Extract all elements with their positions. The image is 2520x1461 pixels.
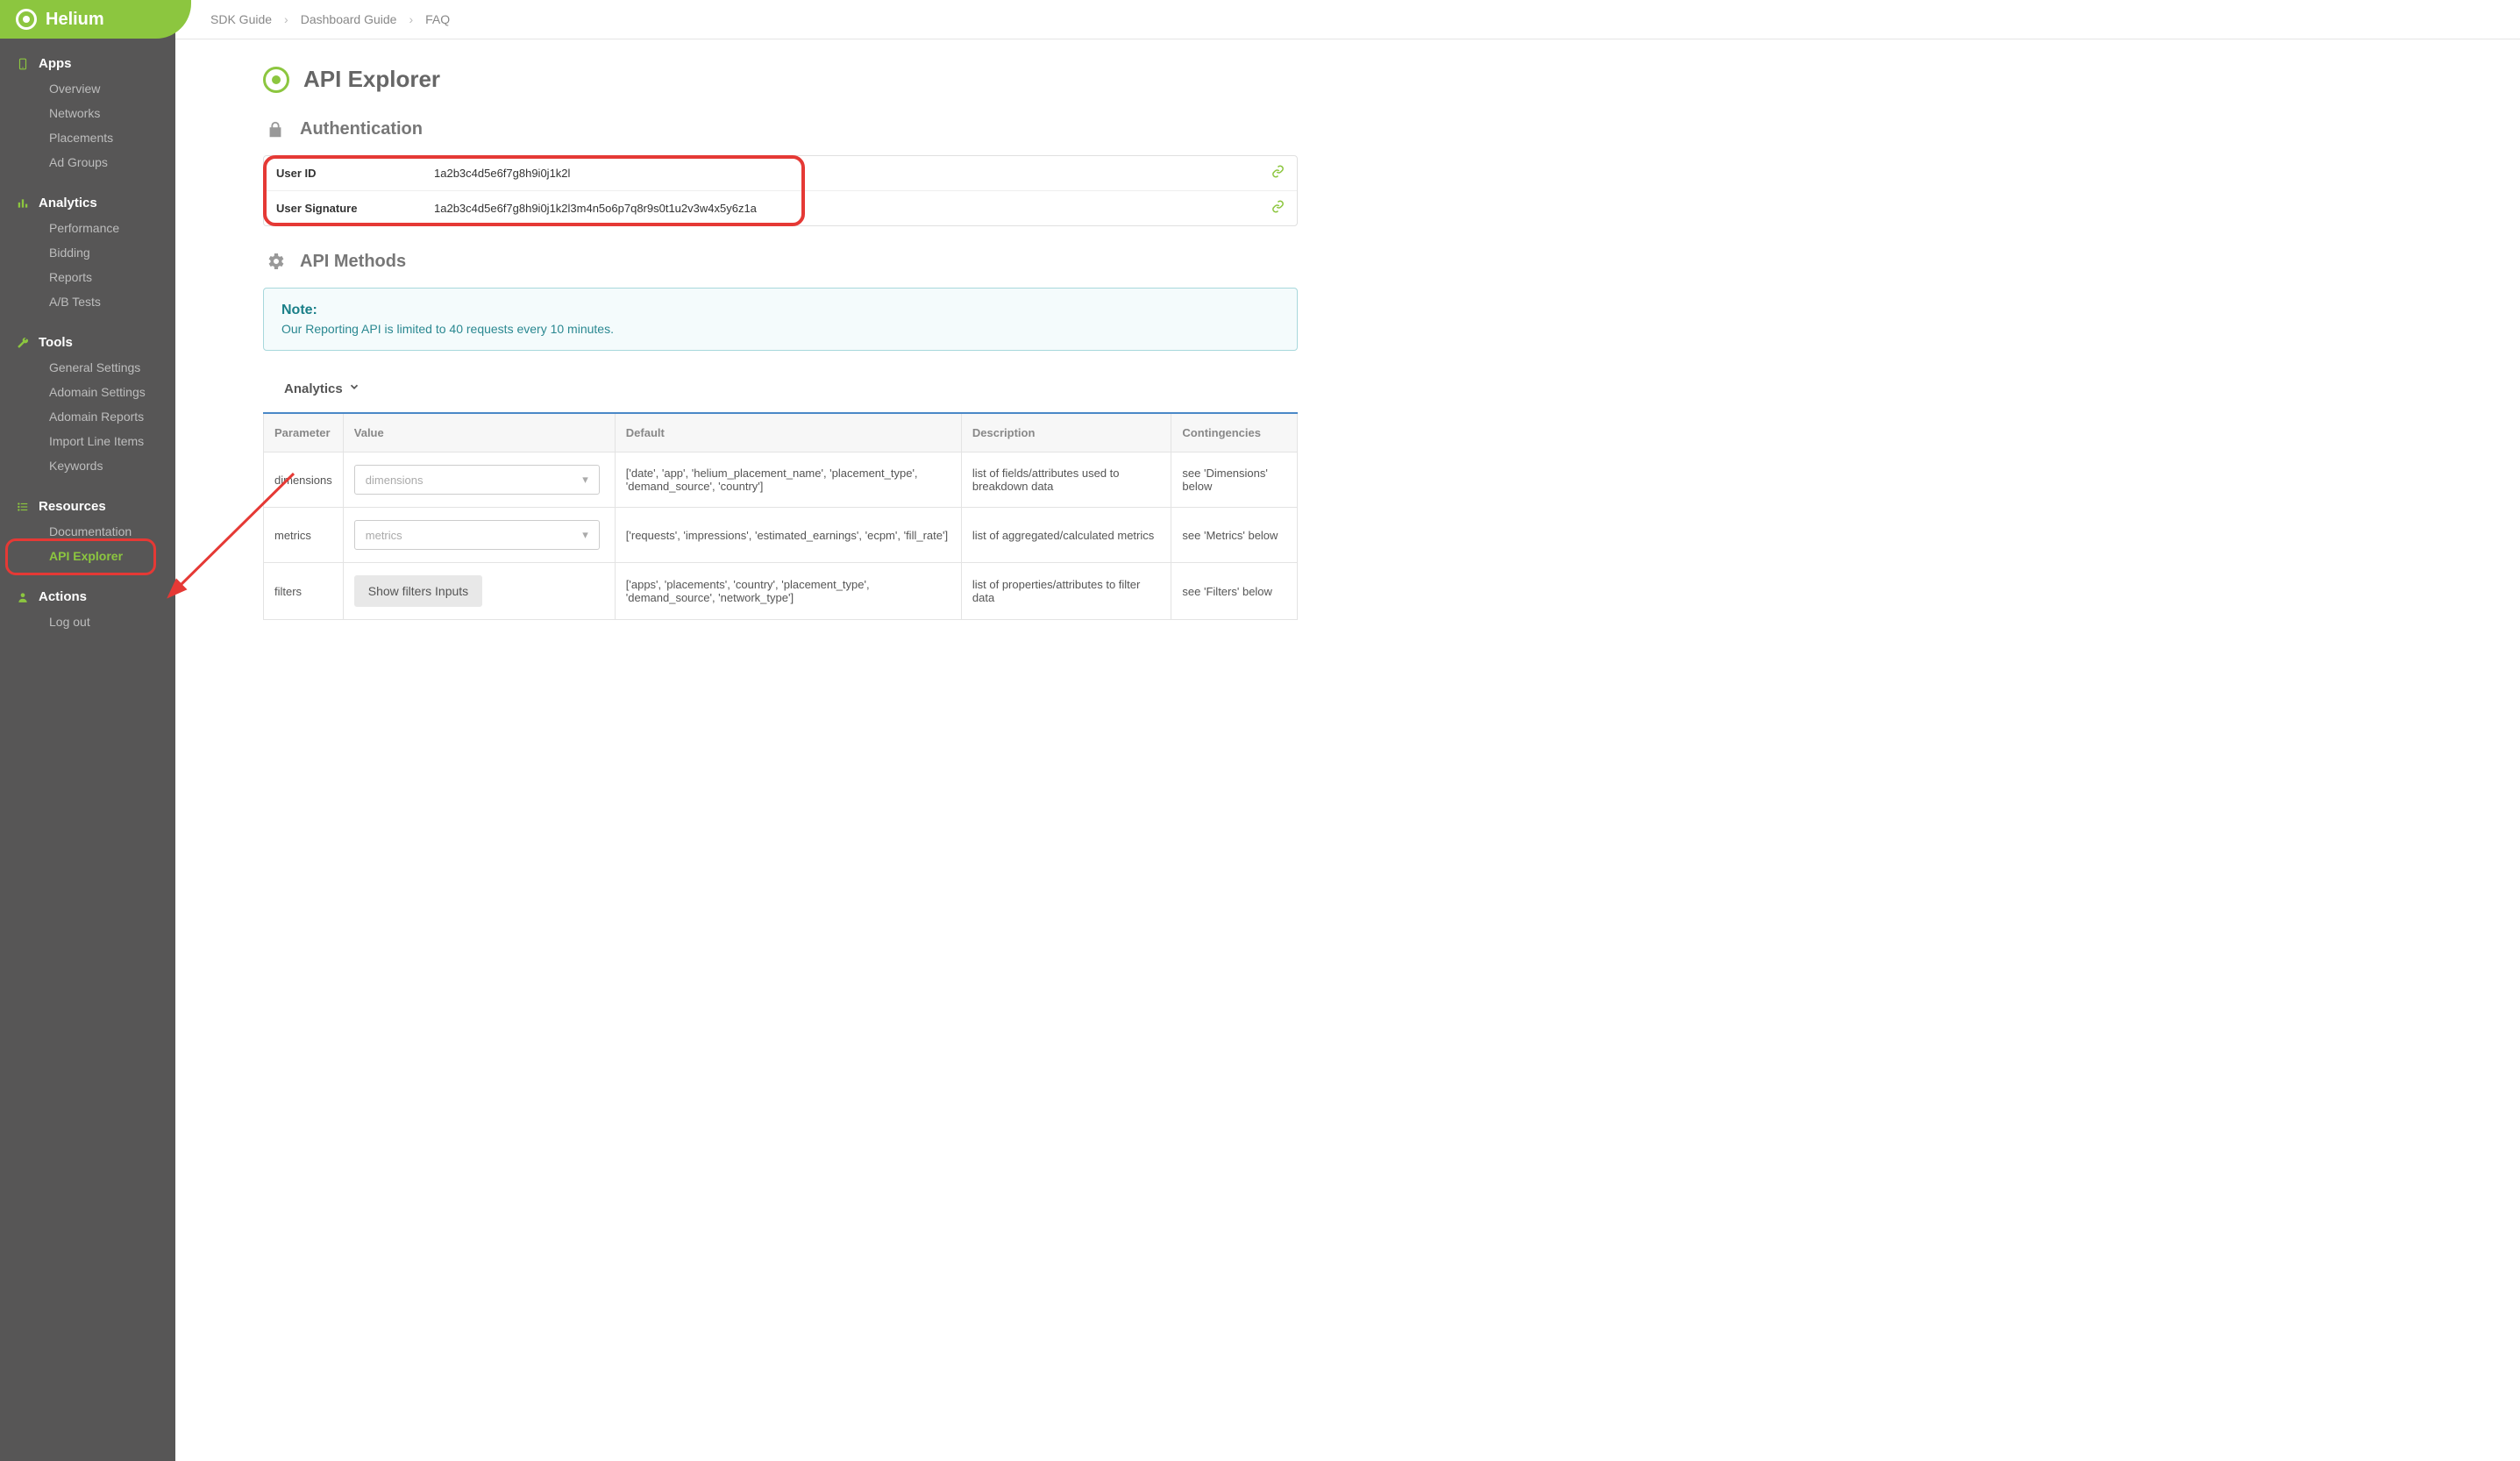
chevron-right-icon: › <box>284 12 288 26</box>
param-value: dimensions ▾ <box>343 453 615 508</box>
col-value: Value <box>343 413 615 453</box>
sidebar-item-import-line-items[interactable]: Import Line Items <box>0 429 175 453</box>
sidebar-item-log-out[interactable]: Log out <box>0 609 175 634</box>
note-body: Our Reporting API is limited to 40 reque… <box>281 322 1279 336</box>
brand[interactable]: Helium <box>0 0 191 39</box>
select-placeholder: dimensions <box>366 474 424 487</box>
main: SDK Guide › Dashboard Guide › FAQ API Ex… <box>175 0 2520 1461</box>
sidebar-item-adomain-settings[interactable]: Adomain Settings <box>0 380 175 404</box>
sidebar-item-placements[interactable]: Placements <box>0 125 175 150</box>
auth-row: User Signature 1a2b3c4d5e6f7g8h9i0j1k2l3… <box>264 190 1297 225</box>
param-value: metrics ▾ <box>343 508 615 563</box>
sidebar-section-resources[interactable]: Resources <box>0 494 175 519</box>
param-description: list of fields/attributes used to breakd… <box>961 453 1171 508</box>
dimensions-select[interactable]: dimensions ▾ <box>354 465 600 495</box>
note-title: Note: <box>281 303 1279 318</box>
sidebar-item-reports[interactable]: Reports <box>0 265 175 289</box>
collapse-label: Analytics <box>284 381 343 396</box>
param-default: ['requests', 'impressions', 'estimated_e… <box>615 508 961 563</box>
sidebar-section-title: Apps <box>39 56 72 71</box>
param-name: dimensions <box>264 453 344 508</box>
sidebar-item-documentation[interactable]: Documentation <box>0 519 175 544</box>
sidebar-section-tools[interactable]: Tools <box>0 330 175 355</box>
wrench-icon <box>16 337 30 349</box>
sidebar-section-apps[interactable]: Apps <box>0 51 175 76</box>
breadcrumb-item[interactable]: SDK Guide <box>210 12 272 26</box>
table-row: filters Show filters Inputs ['apps', 'plac… <box>264 563 1298 620</box>
param-contingencies: see 'Filters' below <box>1171 563 1298 620</box>
sidebar-item-networks[interactable]: Networks <box>0 101 175 125</box>
table-header-row: Parameter Value Default Description Cont… <box>264 413 1298 453</box>
param-name: filters <box>264 563 344 620</box>
breadcrumb-item[interactable]: FAQ <box>425 12 450 26</box>
note-box: Note: Our Reporting API is limited to 40… <box>263 288 1298 351</box>
param-contingencies: see 'Dimensions' below <box>1171 453 1298 508</box>
param-value: Show filters Inputs <box>343 563 615 620</box>
sidebar-item-general-settings[interactable]: General Settings <box>0 355 175 380</box>
sidebar-item-api-explorer[interactable]: API Explorer <box>0 544 175 568</box>
bar-icon <box>16 197 30 210</box>
sidebar-section-title: Actions <box>39 589 87 604</box>
copy-link-icon[interactable] <box>1271 165 1285 182</box>
param-description: list of properties/attributes to filter … <box>961 563 1171 620</box>
chevron-down-icon <box>348 381 360 396</box>
col-contingencies: Contingencies <box>1171 413 1298 453</box>
sidebar-item-a-b-tests[interactable]: A/B Tests <box>0 289 175 314</box>
page-title: API Explorer <box>263 66 1298 93</box>
caret-down-icon: ▾ <box>582 473 588 487</box>
select-placeholder: metrics <box>366 529 402 542</box>
sidebar-section-title: Analytics <box>39 196 97 210</box>
section-title: Authentication <box>300 119 423 139</box>
caret-down-icon: ▾ <box>582 528 588 542</box>
param-description: list of aggregated/calculated metrics <box>961 508 1171 563</box>
sidebar-section-analytics[interactable]: Analytics <box>0 190 175 216</box>
copy-link-icon[interactable] <box>1271 200 1285 217</box>
chevron-right-icon: › <box>409 12 413 26</box>
api-methods-heading: API Methods <box>263 251 1298 272</box>
auth-value: 1a2b3c4d5e6f7g8h9i0j1k2l3m4n5o6p7q8r9s0t… <box>434 202 757 215</box>
page-title-text: API Explorer <box>303 66 440 93</box>
sidebar-item-bidding[interactable]: Bidding <box>0 240 175 265</box>
analytics-collapse[interactable]: Analytics <box>284 381 1298 396</box>
list-icon <box>16 501 30 513</box>
sidebar-item-keywords[interactable]: Keywords <box>0 453 175 478</box>
col-description: Description <box>961 413 1171 453</box>
content: API Explorer Authentication User ID 1a2b… <box>175 39 1350 655</box>
user-icon <box>16 591 30 603</box>
sidebar-item-adomain-reports[interactable]: Adomain Reports <box>0 404 175 429</box>
param-contingencies: see 'Metrics' below <box>1171 508 1298 563</box>
sidebar-item-ad-groups[interactable]: Ad Groups <box>0 150 175 175</box>
param-default: ['date', 'app', 'helium_placement_name',… <box>615 453 961 508</box>
sidebar-item-performance[interactable]: Performance <box>0 216 175 240</box>
sidebar-section-title: Resources <box>39 499 106 514</box>
auth-value: 1a2b3c4d5e6f7g8h9i0j1k2l <box>434 167 570 180</box>
sidebar-item-overview[interactable]: Overview <box>0 76 175 101</box>
param-default: ['apps', 'placements', 'country', 'place… <box>615 563 961 620</box>
auth-table: User ID 1a2b3c4d5e6f7g8h9i0j1k2l User Si… <box>263 155 1298 226</box>
breadcrumb: SDK Guide › Dashboard Guide › FAQ <box>175 0 2520 39</box>
auth-row: User ID 1a2b3c4d5e6f7g8h9i0j1k2l <box>264 156 1297 190</box>
gears-icon <box>263 251 288 272</box>
breadcrumb-item[interactable]: Dashboard Guide <box>301 12 397 26</box>
table-row: metrics metrics ▾ ['requests', 'impressions… <box>264 508 1298 563</box>
show-filters-button[interactable]: Show filters Inputs <box>354 575 482 607</box>
page-title-icon <box>263 67 289 93</box>
auth-key: User Signature <box>276 202 434 215</box>
section-title: API Methods <box>300 252 406 272</box>
col-default: Default <box>615 413 961 453</box>
col-parameter: Parameter <box>264 413 344 453</box>
sidebar: Helium Apps OverviewNetworksPlacementsAd … <box>0 0 175 1461</box>
param-name: metrics <box>264 508 344 563</box>
table-row: dimensions dimensions ▾ ['date', 'app', 'he… <box>264 453 1298 508</box>
auth-key: User ID <box>276 167 434 180</box>
sidebar-section-title: Tools <box>39 335 73 350</box>
sidebar-section-actions[interactable]: Actions <box>0 584 175 609</box>
authentication-heading: Authentication <box>263 119 1298 139</box>
parameters-table: Parameter Value Default Description Cont… <box>263 412 1298 620</box>
brand-logo-icon <box>16 9 37 30</box>
lock-icon <box>263 120 288 139</box>
phone-icon <box>16 58 30 70</box>
metrics-select[interactable]: metrics ▾ <box>354 520 600 550</box>
brand-name: Helium <box>46 10 104 30</box>
